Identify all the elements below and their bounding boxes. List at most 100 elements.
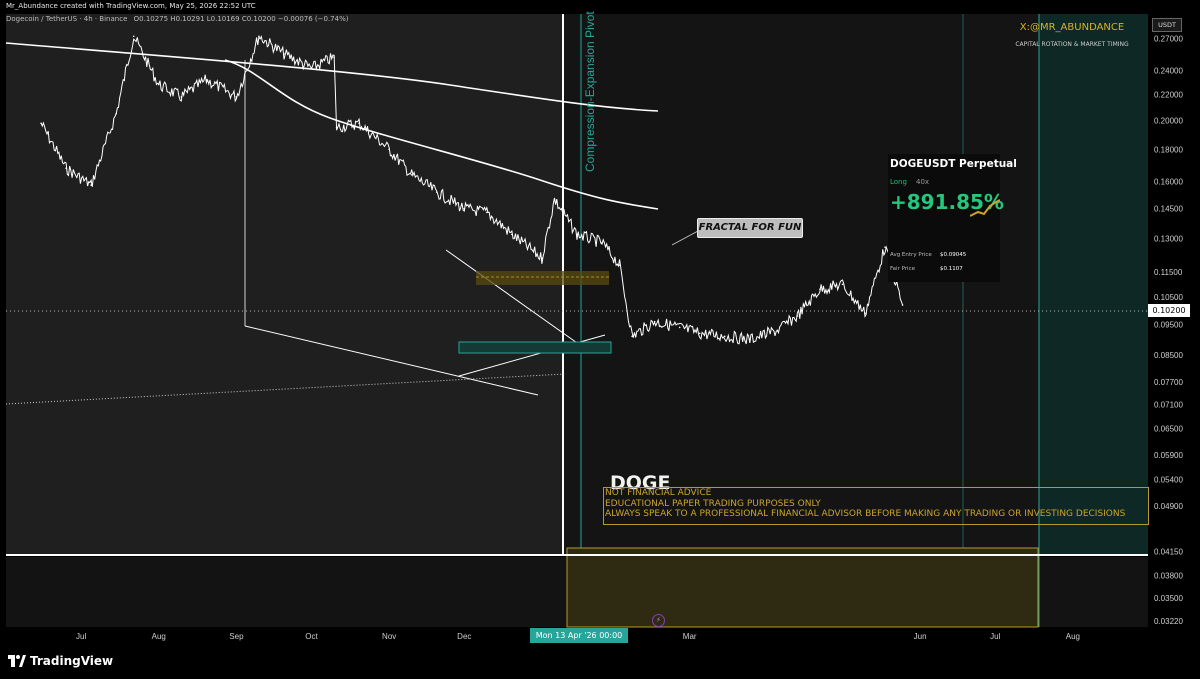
fractal-callout: FRACTAL FOR FUN	[697, 218, 803, 238]
fair-price-label: Fair Price	[890, 266, 915, 272]
price-point	[796, 315, 799, 317]
price-point	[258, 35, 260, 38]
x-tick-label: Jul	[990, 632, 1000, 641]
price-point	[698, 332, 701, 335]
price-point	[435, 191, 438, 193]
brand-block: X:@MR_ABUNDANCE CAPITAL ROTATION & MARKE…	[1012, 22, 1132, 48]
price-point	[723, 335, 726, 338]
x-tick-label: Mar	[683, 632, 697, 641]
price-point	[776, 329, 779, 332]
price-point	[653, 320, 656, 323]
price-point	[819, 288, 821, 291]
tradingview-logo[interactable]: TradingView	[8, 654, 113, 668]
x-tick-label: Aug	[152, 632, 166, 641]
price-point	[541, 257, 543, 260]
y-tick-label: 0.24000	[1154, 67, 1183, 76]
y-tick-label: 0.22000	[1154, 90, 1183, 99]
price-point	[335, 126, 338, 129]
gold-zone	[566, 547, 1039, 628]
price-point	[235, 96, 238, 98]
ohlc-readout: O0.10275 H0.10291 L0.10169 C0.10200 −0.0…	[133, 15, 349, 23]
brand-handle: X:@MR_ABUNDANCE	[1019, 22, 1125, 33]
lightning-icon[interactable]: ⚡	[652, 614, 665, 627]
price-point	[157, 83, 160, 86]
chart-header: Mr_Abundance created with TradingView.co…	[6, 2, 348, 23]
y-tick-label: 0.11500	[1154, 268, 1183, 277]
y-tick-label: 0.18000	[1154, 145, 1183, 154]
card-sparkline	[970, 199, 1000, 217]
price-point	[486, 211, 488, 214]
y-tick-label: 0.16000	[1154, 178, 1183, 187]
resistance-zone	[476, 271, 609, 285]
x-tick-label: Aug	[1066, 632, 1080, 641]
price-point	[40, 122, 42, 125]
y-tick-label: 0.20000	[1154, 117, 1183, 126]
x-tick-label: Dec	[457, 632, 471, 641]
price-point	[333, 56, 335, 58]
price-point	[358, 122, 360, 125]
position-leverage: 40x	[916, 178, 930, 186]
pivot-label: Compression-Expansion Pivot	[583, 11, 597, 172]
x-tick-label: Sep	[229, 632, 244, 641]
price-point	[132, 35, 135, 38]
entry-price-label: Avg Entry Price	[890, 252, 932, 258]
price-point	[65, 167, 67, 170]
position-card: DOGEUSDT Perpetual Long 40x +891.85% Avg…	[888, 154, 1017, 282]
price-point	[90, 184, 92, 186]
position-title: DOGEUSDT Perpetual	[890, 158, 1017, 170]
fair-price-value: $0.1107	[940, 266, 963, 272]
y-tick-label: 0.13000	[1154, 235, 1183, 244]
tradingview-logo-text: TradingView	[30, 654, 114, 668]
y-tick-label: 0.04150	[1154, 547, 1183, 556]
price-point	[601, 241, 603, 244]
brand-tagline: CAPITAL ROTATION & MARKET TIMING	[1015, 41, 1129, 48]
crosshair-date-tag: Mon 13 Apr '26 00:00	[530, 628, 628, 643]
y-tick-label: 0.03800	[1154, 572, 1183, 581]
disclaimer-line-1: NOT FINANCIAL ADVICE	[605, 488, 712, 498]
price-chart[interactable]: 0.27000 0.24000 0.22000 0.20000 0.18000 0.160…	[0, 0, 1200, 679]
y-tick-label: 0.05400	[1154, 475, 1183, 484]
x-tick-label: Nov	[382, 632, 396, 641]
y-tick-label: 0.07100	[1154, 400, 1183, 409]
price-point	[901, 304, 904, 306]
price-point	[115, 112, 117, 115]
price-point	[678, 326, 681, 329]
currency-tag[interactable]: USDT	[1152, 18, 1182, 32]
price-point	[310, 67, 313, 70]
y-tick-label: 0.07700	[1154, 378, 1183, 387]
support-zone	[458, 341, 612, 354]
tradingview-logo-icon	[8, 655, 26, 667]
price-point	[618, 264, 621, 266]
price-point	[553, 198, 556, 201]
position-side: Long	[890, 178, 907, 186]
disclaimer-box: NOT FINANCIAL ADVICE EDUCATIONAL PAPER T…	[603, 487, 1149, 525]
y-tick-label: 0.03220	[1154, 617, 1183, 626]
price-point	[631, 335, 633, 338]
y-tick-label: 0.09500	[1154, 321, 1183, 330]
price-point	[180, 96, 183, 98]
disclaimer-line-2: EDUCATIONAL PAPER TRADING PURPOSES ONLY	[605, 498, 821, 509]
y-tick-label: 0.06500	[1154, 424, 1183, 433]
entry-price-value: $0.09045	[940, 252, 967, 258]
symbol-line: Dogecoin / TetherUS · 4h · Binance	[6, 15, 128, 23]
y-tick-label: 0.08500	[1154, 351, 1183, 360]
y-tick-label: 0.27000	[1154, 34, 1183, 43]
y-tick-label: 0.05900	[1154, 451, 1183, 460]
y-tick-label: 0.04900	[1154, 502, 1183, 511]
price-point	[283, 53, 285, 55]
disclaimer-line-3: ALWAYS SPEAK TO A PROFESSIONAL FINANCIAL…	[605, 509, 1126, 519]
price-point	[884, 246, 886, 248]
price-point	[864, 312, 866, 315]
last-price-tag: 0.10200	[1148, 304, 1190, 317]
y-tick-label: 0.03500	[1154, 594, 1183, 603]
x-tick-label: Jun	[914, 632, 927, 641]
teal-zone	[1039, 14, 1148, 554]
price-point	[749, 338, 751, 341]
author-line: Mr_Abundance created with TradingView.co…	[6, 2, 256, 10]
price-point	[463, 207, 466, 210]
y-tick-label: 0.10500	[1154, 293, 1183, 302]
price-point	[511, 233, 513, 236]
x-tick-label: Oct	[305, 632, 318, 641]
y-tick-label: 0.14500	[1154, 205, 1183, 214]
price-point	[388, 148, 390, 151]
